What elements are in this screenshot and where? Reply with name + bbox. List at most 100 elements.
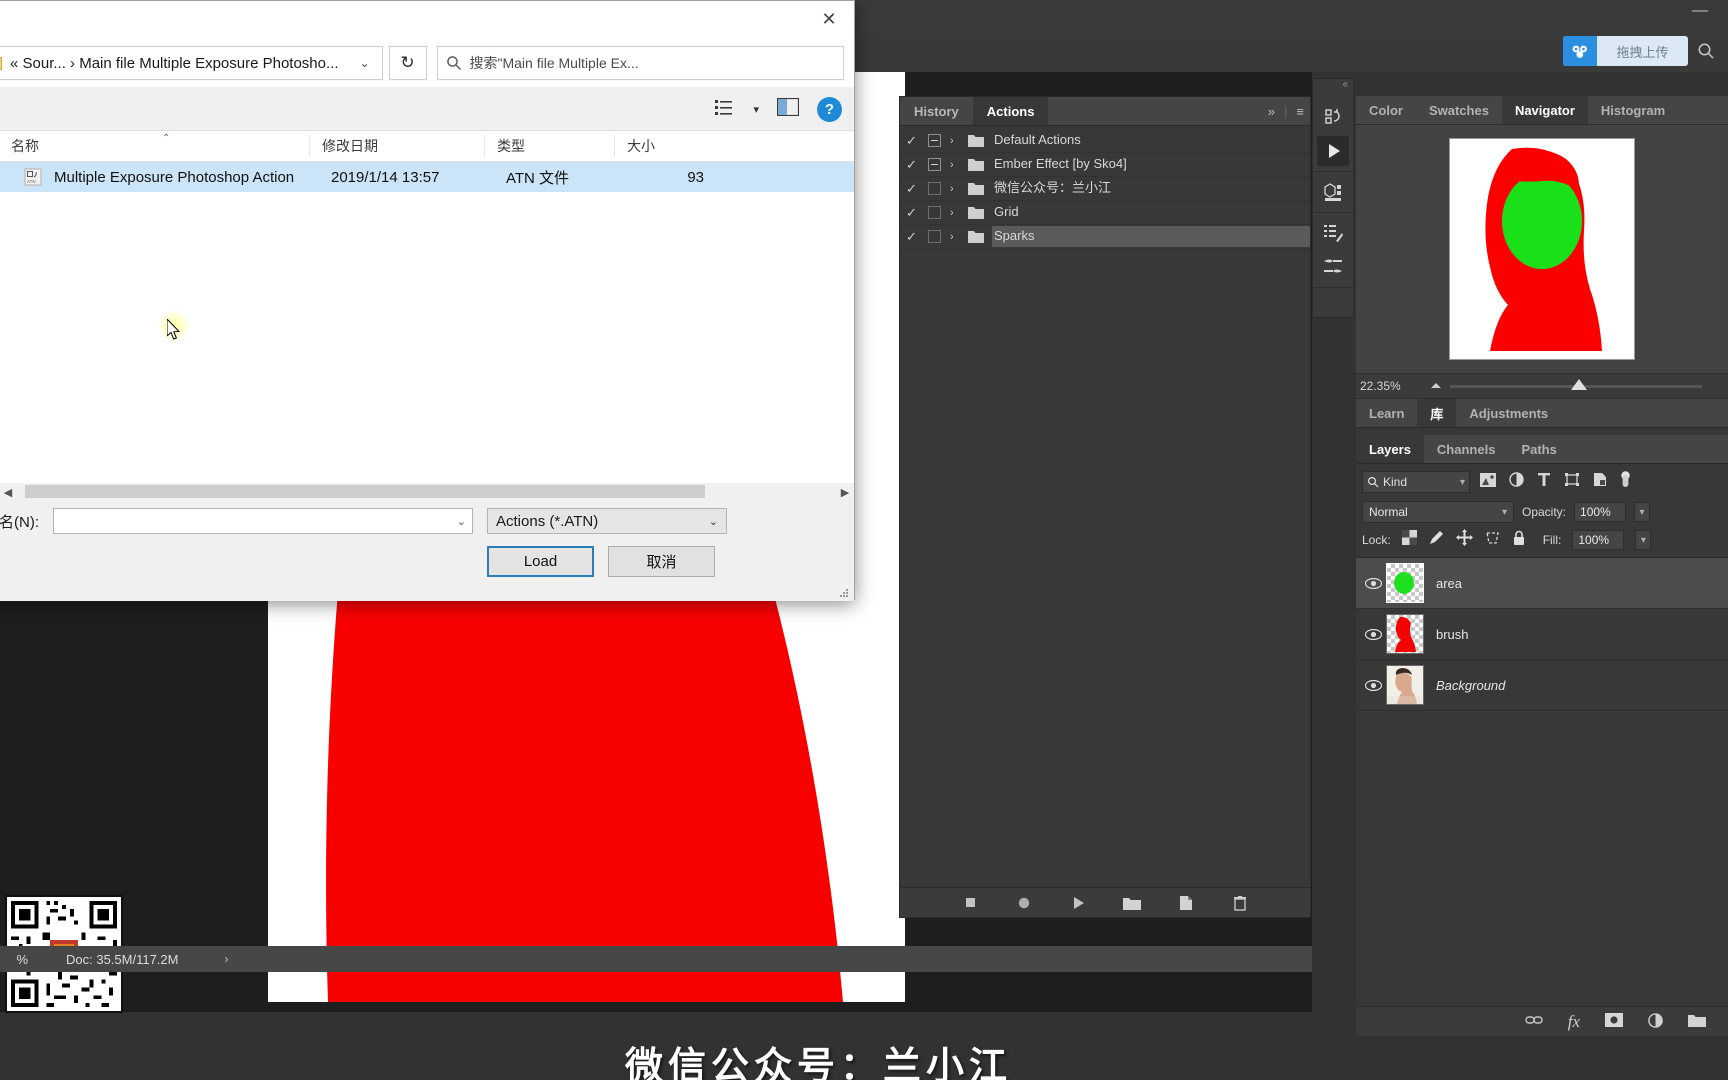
search-icon[interactable]	[1697, 42, 1715, 60]
layer-name[interactable]: brush	[1436, 627, 1469, 642]
action-dialog-toggle[interactable]	[928, 158, 950, 171]
shape-filter-icon[interactable]	[1564, 472, 1580, 492]
load-actions-file-dialog[interactable]: ✕ ‹ ⌄ ↑ « Sour... › Main file Multiple E…	[0, 0, 855, 601]
type-filter-icon[interactable]	[1537, 472, 1551, 492]
tab-layers[interactable]: Layers	[1356, 435, 1424, 463]
chevron-down-icon[interactable]: ⌄	[457, 515, 466, 528]
stop-button[interactable]	[961, 894, 979, 912]
new-set-button[interactable]	[1123, 894, 1141, 912]
netdisk-upload-button[interactable]: 拖拽上传	[1563, 36, 1688, 66]
filename-input[interactable]: ⌄	[53, 508, 473, 534]
brushes-panel-icon[interactable]	[1317, 252, 1349, 282]
layer-row[interactable]: area	[1356, 558, 1728, 609]
3d-panel-icon[interactable]	[1317, 177, 1349, 207]
layer-name[interactable]: Background	[1436, 678, 1505, 693]
tab-adjustments[interactable]: Adjustments	[1456, 399, 1562, 427]
layer-thumbnail[interactable]	[1386, 563, 1424, 603]
action-dialog-toggle[interactable]	[928, 134, 950, 147]
opacity-chevron-icon[interactable]: ▾	[1634, 502, 1651, 522]
adjustment-filter-icon[interactable]	[1509, 472, 1524, 492]
file-list-horizontal-scrollbar[interactable]: ◀ ▶	[0, 483, 854, 501]
tab-paths[interactable]: Paths	[1508, 435, 1570, 463]
minimize-button[interactable]: —	[1686, 3, 1714, 22]
delete-button[interactable]	[1231, 894, 1249, 912]
chevron-down-icon[interactable]: ▾	[1460, 477, 1465, 488]
fill-chevron-icon[interactable]: ▾	[1635, 530, 1652, 550]
play-button[interactable]	[1069, 894, 1087, 912]
filter-toggle-icon[interactable]	[1620, 470, 1631, 494]
column-header-name[interactable]: 名称	[0, 135, 309, 157]
scroll-right-icon[interactable]: ▶	[836, 486, 854, 499]
opacity-input[interactable]: 100%	[1574, 502, 1627, 522]
layer-kind-filter[interactable]: Kind ▾	[1362, 471, 1470, 493]
link-layers-button[interactable]	[1525, 1014, 1543, 1029]
search-input[interactable]: 搜索"Main file Multiple Ex...	[436, 46, 844, 80]
scroll-left-icon[interactable]: ◀	[0, 486, 17, 499]
cancel-button[interactable]: 取消	[608, 545, 715, 577]
adjustment-layer-button[interactable]	[1648, 1012, 1663, 1031]
rail-collapse-button[interactable]: «	[1313, 79, 1353, 97]
view-chevron-down-icon[interactable]: ▾	[753, 103, 759, 116]
file-list-pane[interactable]: 名称 修改日期 类型 大小 ⌃ ATN Multiple Exposure Ph…	[0, 131, 854, 501]
file-row[interactable]: ATN Multiple Exposure Photoshop Action 2…	[0, 162, 854, 192]
action-set-row[interactable]: ✓ › 微信公众号：兰小江	[900, 177, 1310, 201]
chevron-down-icon[interactable]: ⌄	[709, 515, 718, 528]
tab-history[interactable]: History	[900, 97, 973, 125]
column-header-type[interactable]: 类型	[484, 135, 614, 157]
close-icon[interactable]: ✕	[804, 1, 854, 37]
tab-learn[interactable]: Learn	[1356, 399, 1418, 427]
load-button[interactable]: Load	[487, 545, 594, 577]
tab-channels[interactable]: Channels	[1423, 435, 1509, 463]
action-dialog-toggle[interactable]	[928, 182, 950, 195]
chevron-right-icon[interactable]: ›	[950, 183, 968, 195]
smartobject-filter-icon[interactable]	[1593, 472, 1607, 492]
actions-play-icon[interactable]	[1317, 136, 1349, 166]
layer-thumbnail[interactable]	[1386, 665, 1424, 705]
chevron-right-icon[interactable]: ›	[950, 159, 968, 171]
column-header-modified[interactable]: 修改日期	[309, 135, 484, 157]
action-set-row[interactable]: ✓ › Default Actions	[900, 129, 1310, 153]
layer-visibility-icon[interactable]	[1360, 628, 1386, 640]
action-set-row[interactable]: ✓ › Sparks	[900, 225, 1310, 249]
action-toggle-checkbox[interactable]: ✓	[906, 229, 928, 245]
lock-image-icon[interactable]	[1428, 529, 1445, 551]
layer-visibility-icon[interactable]	[1360, 577, 1386, 589]
refresh-button[interactable]: ↻	[388, 46, 427, 80]
action-dialog-toggle[interactable]	[928, 206, 950, 219]
chevron-down-icon[interactable]: ▾	[1502, 507, 1507, 518]
tab-histogram[interactable]: Histogram	[1587, 96, 1679, 124]
chevron-right-icon[interactable]: ›	[950, 135, 968, 147]
history-panel-icon[interactable]	[1317, 102, 1349, 132]
tab-libraries[interactable]: 库	[1417, 399, 1457, 427]
action-toggle-checkbox[interactable]: ✓	[906, 205, 928, 221]
lock-position-icon[interactable]	[1455, 529, 1473, 551]
blend-mode-select[interactable]: Normal ▾	[1362, 501, 1514, 523]
tab-actions[interactable]: Actions	[972, 97, 1049, 125]
lock-transparency-icon[interactable]	[1401, 530, 1417, 550]
status-expand-arrow[interactable]: ›	[224, 952, 228, 966]
tab-navigator[interactable]: Navigator	[1501, 96, 1588, 124]
filetype-select[interactable]: Actions (*.ATN) ⌄	[487, 508, 727, 534]
fill-input[interactable]: 100%	[1572, 530, 1625, 550]
layer-row[interactable]: Background	[1356, 660, 1728, 711]
chevron-down-icon[interactable]: ⌄	[353, 56, 375, 70]
hscroll-thumb[interactable]	[25, 485, 705, 498]
chevron-right-icon[interactable]: ›	[950, 231, 968, 243]
navigator-preview[interactable]	[1356, 125, 1728, 373]
action-dialog-toggle[interactable]	[928, 230, 950, 243]
layer-visibility-icon[interactable]	[1360, 679, 1386, 691]
column-header-size[interactable]: 大小	[614, 135, 694, 157]
new-action-button[interactable]	[1177, 894, 1195, 912]
action-toggle-checkbox[interactable]: ✓	[906, 157, 928, 173]
layer-thumbnail[interactable]	[1386, 614, 1424, 654]
pixel-filter-icon[interactable]	[1480, 472, 1496, 492]
lock-artboard-icon[interactable]	[1484, 530, 1501, 551]
layer-mask-button[interactable]	[1605, 1013, 1623, 1030]
resize-grip-icon[interactable]	[838, 586, 850, 598]
action-toggle-checkbox[interactable]: ✓	[906, 181, 928, 197]
action-set-row[interactable]: ✓ › Ember Effect [by Sko4]	[900, 153, 1310, 177]
help-button[interactable]: ?	[817, 97, 842, 122]
new-group-button[interactable]	[1688, 1013, 1706, 1030]
panel-collapse-icon[interactable]: »	[1268, 104, 1275, 119]
tab-color[interactable]: Color	[1356, 96, 1416, 124]
